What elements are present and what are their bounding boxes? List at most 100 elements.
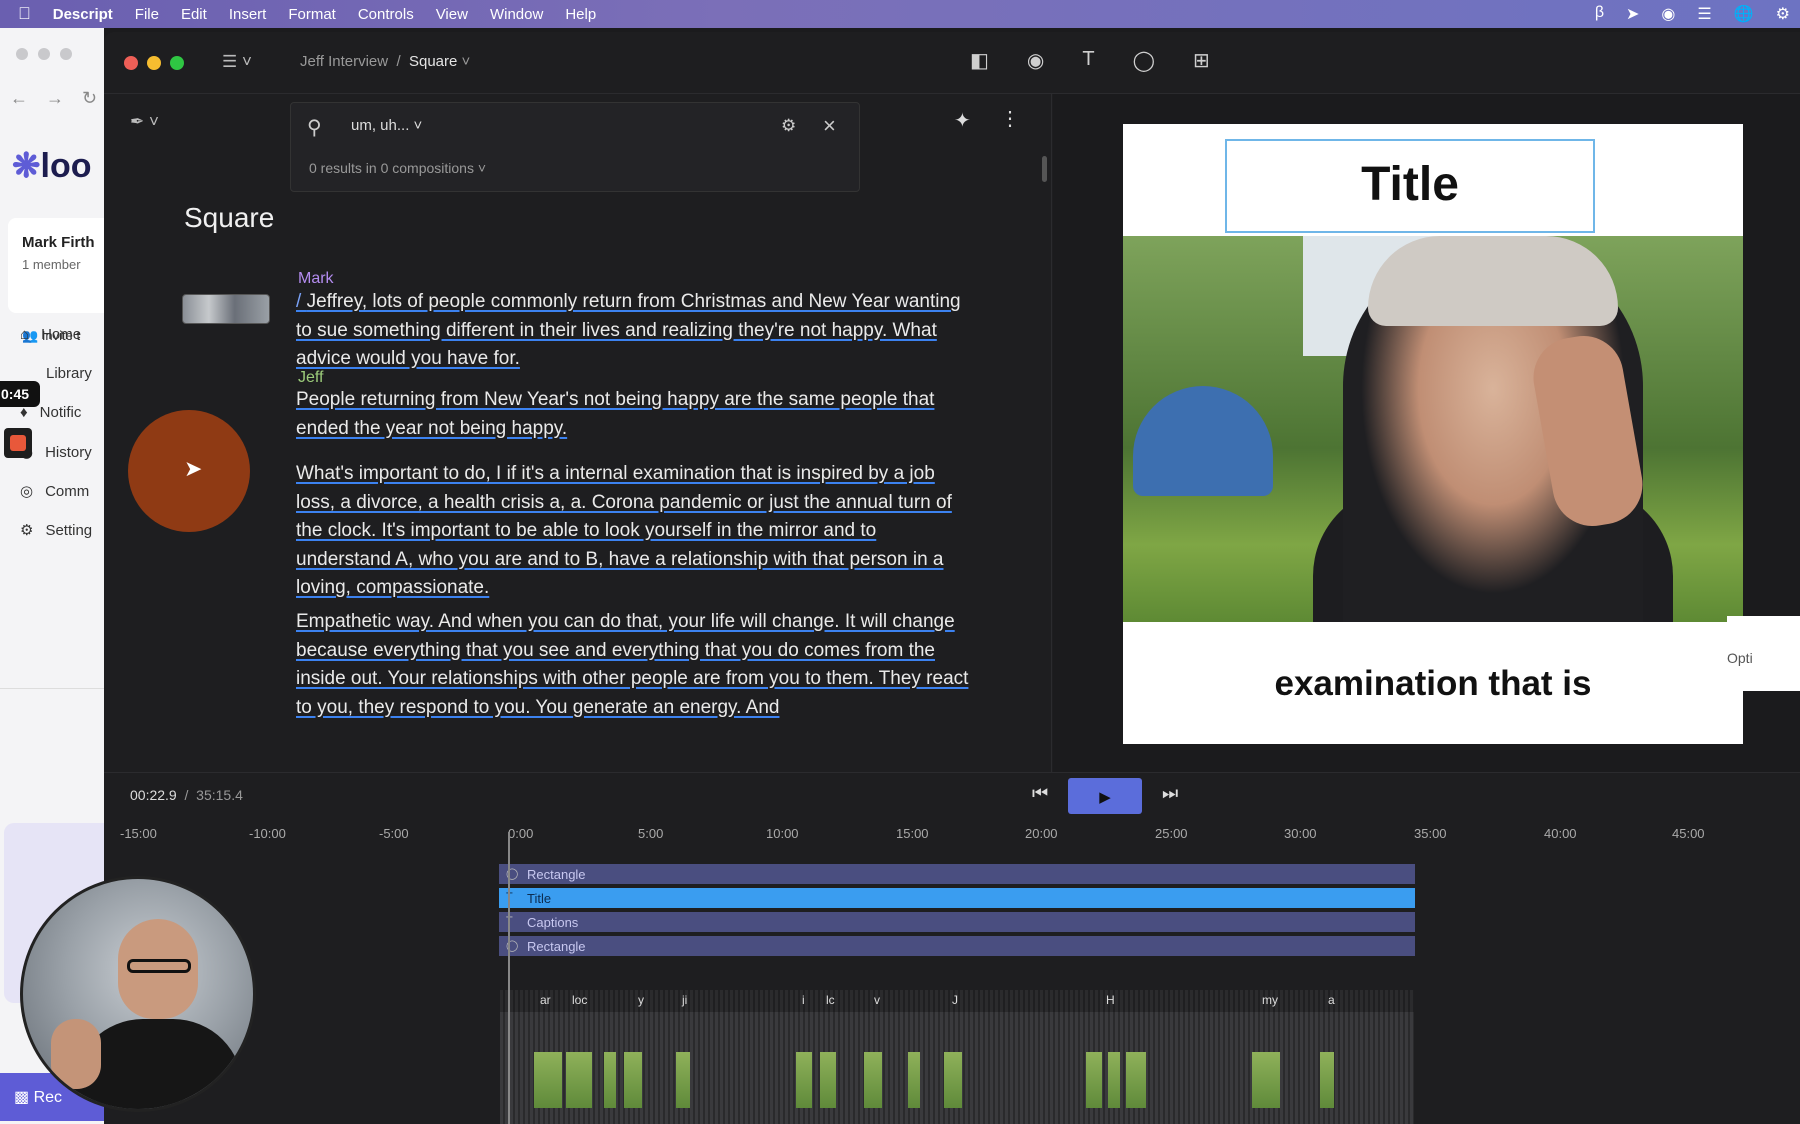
search-results-count[interactable]: 0 results in 0 compositions ˅: [309, 160, 486, 176]
chevron-down-icon[interactable]: ˅: [462, 53, 471, 70]
menu-window[interactable]: Window: [490, 6, 543, 23]
playhead[interactable]: [508, 832, 510, 1124]
pen-tool-icon[interactable]: ✒ ˅: [130, 112, 159, 132]
play-button[interactable]: ▶: [1068, 778, 1142, 814]
word-label[interactable]: ji: [682, 993, 687, 1007]
nav-settings[interactable]: ⚙ Setting: [20, 521, 92, 540]
preview-canvas[interactable]: Title examination that is: [1123, 124, 1743, 744]
menu-edit[interactable]: Edit: [181, 6, 207, 23]
more-options-icon[interactable]: ⋮: [1000, 106, 1020, 131]
scene-thumbnail[interactable]: [182, 294, 270, 324]
transcript-paragraph[interactable]: What's important to do, I if it's a inte…: [296, 460, 976, 603]
video-clip[interactable]: [566, 1052, 592, 1108]
composition-title[interactable]: Square: [184, 202, 274, 234]
video-clip[interactable]: [908, 1052, 920, 1108]
menu-file[interactable]: File: [135, 6, 159, 23]
word-label[interactable]: ar: [540, 993, 551, 1007]
video-clip[interactable]: [864, 1052, 882, 1108]
timeline-ruler[interactable]: -15:00 -10:00 -5:00 0:00 5:00 10:00 15:0…: [104, 818, 1800, 846]
skip-forward-icon[interactable]: ⏭: [1162, 783, 1178, 804]
close-icon[interactable]: ×: [823, 113, 836, 139]
title-layer[interactable]: Title: [1225, 139, 1595, 233]
pointer-icon[interactable]: ➤: [1626, 4, 1639, 24]
track-captions[interactable]: TCaptions: [499, 912, 1415, 932]
workspace-name: Mark Firth: [22, 234, 95, 251]
video-clip[interactable]: [796, 1052, 812, 1108]
close-window-button[interactable]: [124, 56, 138, 70]
transcript-paragraph[interactable]: Empathetic way. And when you can do that…: [296, 608, 976, 722]
search-input[interactable]: um, uh... ˅: [351, 117, 422, 134]
minimize-window-button[interactable]: [147, 56, 161, 70]
ruler-tick: -10:00: [249, 826, 286, 841]
video-clip[interactable]: [1252, 1052, 1280, 1108]
menu-view[interactable]: View: [436, 6, 468, 23]
track-rectangle[interactable]: ◯ Rectangle: [499, 936, 1415, 956]
skip-back-icon[interactable]: ⏮: [1032, 783, 1048, 804]
track-title[interactable]: TTitle: [499, 888, 1415, 908]
record-status-icon[interactable]: ◉: [1661, 4, 1675, 24]
menu-insert[interactable]: Insert: [229, 6, 267, 23]
globe-icon[interactable]: 🌐: [1734, 4, 1754, 24]
video-clip[interactable]: [604, 1052, 616, 1108]
track-rectangle[interactable]: ◯ Rectangle: [499, 864, 1415, 884]
stop-recording-button[interactable]: [4, 428, 32, 458]
grid-icon[interactable]: ⊞: [1193, 48, 1210, 73]
transcript-paragraph[interactable]: People returning from New Year's not bei…: [296, 386, 976, 443]
document-menu-icon[interactable]: ☰ ˅: [222, 52, 252, 72]
workspace-card[interactable]: Mark Firth 1 member: [8, 218, 104, 313]
back-arrow-icon[interactable]: ←: [10, 88, 28, 109]
record-icon[interactable]: ◉: [1027, 48, 1044, 73]
breadcrumb-project[interactable]: Jeff Interview: [300, 53, 388, 70]
menu-controls[interactable]: Controls: [358, 6, 414, 23]
nav-home[interactable]: ⌂ Home: [20, 326, 81, 343]
text-tool-icon[interactable]: T: [1082, 48, 1094, 73]
speaker-label[interactable]: Jeff: [298, 369, 324, 387]
loom-logo: ❋loo: [12, 147, 92, 185]
menu-format[interactable]: Format: [288, 6, 336, 23]
video-clip[interactable]: [944, 1052, 962, 1108]
gear-icon[interactable]: ⚙: [1776, 4, 1790, 24]
word-label[interactable]: H: [1106, 993, 1115, 1007]
video-clip[interactable]: [534, 1052, 562, 1108]
video-clip[interactable]: [820, 1052, 836, 1108]
audio-track[interactable]: ar loc y ji i lc v J H my a: [500, 990, 1414, 1124]
word-label[interactable]: v: [874, 993, 880, 1007]
word-label[interactable]: a: [1328, 993, 1335, 1007]
video-clip[interactable]: [1108, 1052, 1120, 1108]
media-icon[interactable]: ◧: [970, 48, 989, 73]
list-icon[interactable]: ☰: [1697, 4, 1711, 24]
breadcrumb-composition[interactable]: Square: [409, 53, 457, 70]
apple-icon[interactable]: : [18, 4, 31, 24]
transcript-paragraph[interactable]: / Jeffrey, lots of people commonly retur…: [296, 288, 976, 374]
video-clip[interactable]: [1320, 1052, 1334, 1108]
zoom-window-button[interactable]: [170, 56, 184, 70]
video-layer[interactable]: [1123, 236, 1743, 622]
filter-icon[interactable]: ⚙: [781, 116, 796, 136]
descript-status-icon[interactable]: β: [1595, 4, 1604, 24]
word-label[interactable]: lc: [826, 993, 835, 1007]
word-label[interactable]: i: [802, 993, 805, 1007]
workspace-members: 1 member: [22, 257, 81, 272]
menu-help[interactable]: Help: [565, 6, 596, 23]
video-clip[interactable]: [676, 1052, 690, 1108]
word-label[interactable]: y: [638, 993, 644, 1007]
forward-arrow-icon[interactable]: →: [46, 88, 64, 109]
nav-community[interactable]: ◎ Comm: [20, 482, 89, 501]
video-clip[interactable]: [1126, 1052, 1146, 1108]
caption-layer[interactable]: examination that is: [1123, 664, 1743, 704]
menu-app-name[interactable]: Descript: [53, 6, 113, 23]
scrollbar[interactable]: [1042, 156, 1047, 182]
word-label[interactable]: my: [1262, 993, 1278, 1007]
word-label[interactable]: loc: [572, 993, 587, 1007]
reload-icon[interactable]: ↻: [82, 88, 97, 109]
nav-library[interactable]: Library: [20, 365, 92, 382]
webcam-bubble[interactable]: [20, 876, 256, 1112]
sparkle-icon[interactable]: ✦: [954, 108, 971, 133]
preview-panel: Title examination that is: [1053, 94, 1800, 772]
video-clip[interactable]: [624, 1052, 642, 1108]
speaker-label[interactable]: Mark: [298, 270, 334, 288]
options-panel-edge[interactable]: Opti: [1727, 616, 1800, 691]
word-label[interactable]: J: [952, 993, 958, 1007]
shapes-icon[interactable]: ◯: [1133, 48, 1155, 73]
video-clip[interactable]: [1086, 1052, 1102, 1108]
